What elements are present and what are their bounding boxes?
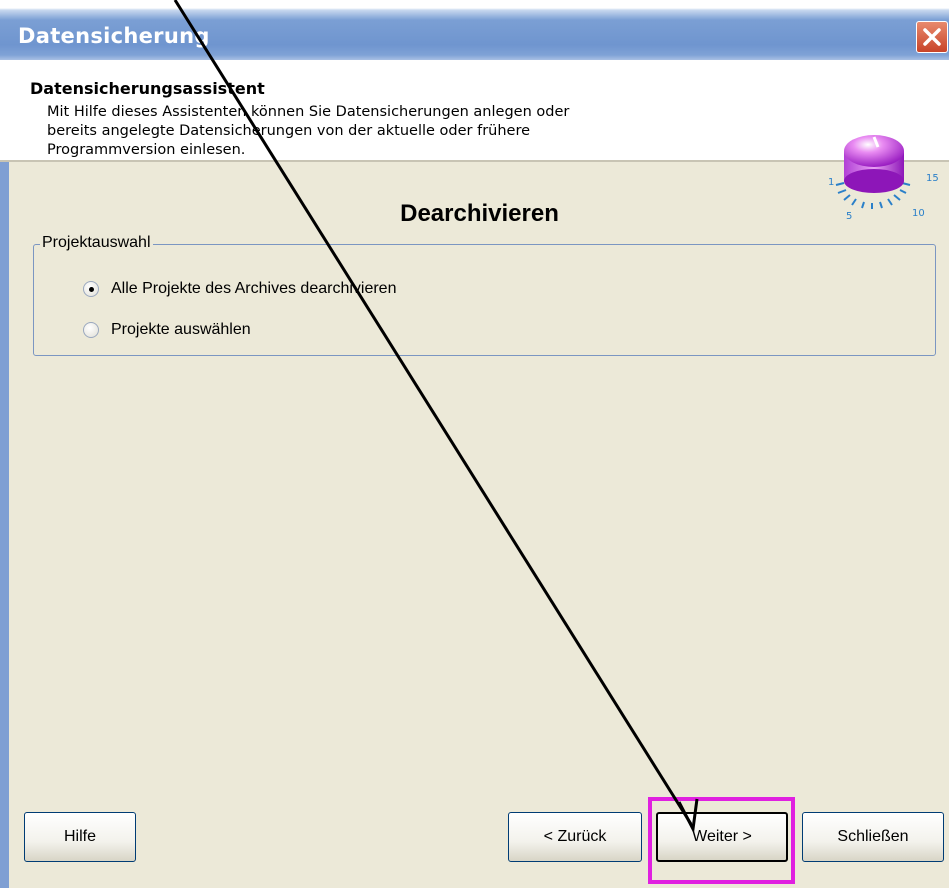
- next-button[interactable]: Weiter >: [656, 812, 788, 862]
- wizard-description-line: Mit Hilfe dieses Assistenten können Sie …: [47, 104, 570, 120]
- back-button[interactable]: < Zurück: [508, 812, 642, 862]
- wizard-title: Datensicherungsassistent: [30, 79, 265, 98]
- help-button[interactable]: Hilfe: [24, 812, 136, 862]
- group-legend: Projektauswahl: [40, 234, 153, 252]
- radio-label[interactable]: Projekte auswählen: [111, 321, 251, 339]
- close-dialog-button[interactable]: Schließen: [802, 812, 944, 862]
- window-title: Datensicherung: [18, 24, 210, 48]
- title-bar[interactable]: Datensicherung: [0, 0, 949, 60]
- radio-option-all-projects[interactable]: Alle Projekte des Archives dearchivieren: [83, 280, 396, 298]
- wizard-description: Mit Hilfe dieses Assistenten können Sie …: [47, 103, 747, 160]
- section-heading: Dearchivieren: [400, 200, 559, 227]
- svg-text:1: 1: [828, 177, 834, 188]
- wizard-description-line: Programmversion einlesen.: [47, 142, 246, 158]
- wizard-description-line: bereits angelegte Datensicherungen von d…: [47, 123, 531, 139]
- radio-selected-dot: [89, 287, 94, 292]
- close-button[interactable]: [916, 21, 948, 53]
- wizard-header: Datensicherungsassistent Mit Hilfe diese…: [0, 60, 949, 219]
- dialog-window: Datensicherung Datensicherungsassistent …: [0, 0, 949, 888]
- svg-text:15: 15: [926, 173, 939, 184]
- radio-label[interactable]: Alle Projekte des Archives dearchivieren: [111, 280, 396, 298]
- close-icon: [923, 28, 941, 46]
- project-selection-group: [33, 244, 936, 356]
- left-border: [0, 162, 9, 888]
- radio-option-select-projects[interactable]: Projekte auswählen: [83, 321, 251, 339]
- radio-button[interactable]: [83, 322, 99, 338]
- radio-button[interactable]: [83, 281, 99, 297]
